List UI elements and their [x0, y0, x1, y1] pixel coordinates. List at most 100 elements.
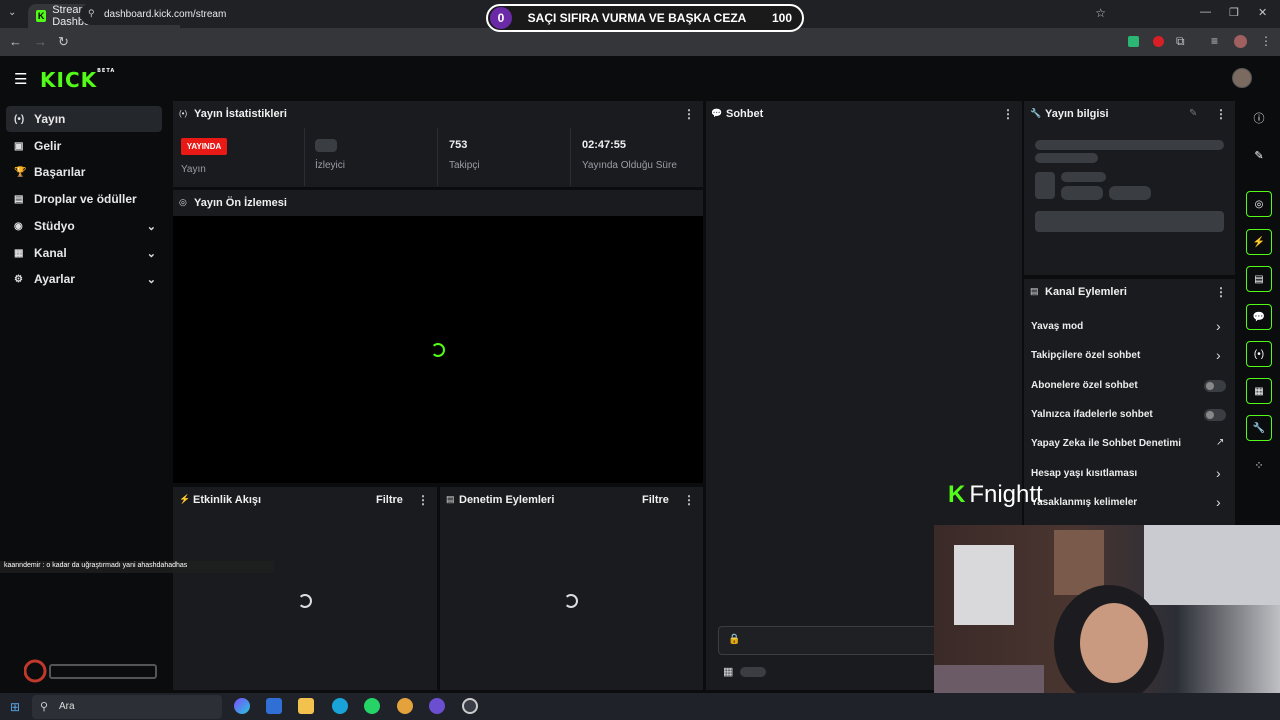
sidebar-item-kanal[interactable]: ▦ Kanal ⌄: [6, 240, 162, 266]
streamer-name-overlay: K Fnightt: [948, 481, 1043, 509]
chevron-right-icon[interactable]: ›: [1216, 347, 1221, 363]
discord-icon[interactable]: [429, 698, 445, 714]
chevron-right-icon[interactable]: ›: [1216, 465, 1221, 481]
user-avatar[interactable]: [1232, 68, 1252, 88]
filter-button[interactable]: Filtre: [642, 494, 669, 506]
uptime-value: 02:47:55: [582, 139, 627, 151]
sidebar-item-studyo[interactable]: ◉ Stüdyo ⌄: [6, 213, 162, 239]
extension-red-icon[interactable]: [1153, 36, 1164, 47]
followers-value: 753: [449, 139, 468, 151]
chevron-right-icon[interactable]: ›: [1216, 318, 1221, 334]
panel-menu-icon[interactable]: ⋮: [1215, 285, 1227, 299]
store-icon[interactable]: [266, 698, 282, 714]
minimize-icon[interactable]: —: [1200, 6, 1211, 18]
reading-list-icon[interactable]: ≡: [1211, 34, 1218, 48]
watermark-logo-graphic: [23, 659, 157, 683]
info-skeleton: [1109, 186, 1151, 200]
ai-moderation-item[interactable]: Yapay Zeka ile Sohbet Denetimi: [1031, 438, 1181, 449]
app-header: [0, 56, 1280, 98]
wrench-icon: 🔧: [1030, 108, 1042, 118]
activity-toggle-icon[interactable]: ⚡: [1246, 229, 1272, 255]
external-link-icon[interactable]: ↗: [1216, 437, 1224, 448]
sidebar-item-yayin[interactable]: (•) Yayın: [6, 106, 162, 132]
sidebar-item-label: Droplar ve ödüller: [34, 192, 137, 206]
panel-menu-icon[interactable]: ⋮: [1215, 107, 1227, 121]
sidebar-item-droplar[interactable]: ▤ Droplar ve ödüller: [6, 186, 162, 212]
stream-info-toggle-icon[interactable]: 🔧: [1246, 415, 1272, 441]
subscribers-only-item: Abonelere özel sohbet: [1031, 380, 1138, 391]
bookmark-star-icon[interactable]: ☆: [1095, 6, 1106, 20]
emotes-only-item: Yalnızca ifadelerle sohbet: [1031, 409, 1153, 420]
sidebar-item-label: Stüdyo: [34, 219, 75, 233]
panel-title: Kanal Eylemleri: [1045, 286, 1127, 298]
panel-menu-icon[interactable]: ⋮: [1002, 107, 1014, 121]
live-badge: YAYINDA: [181, 138, 227, 155]
watermark-logo: [23, 659, 160, 683]
banner-right-count: 100: [771, 11, 793, 25]
emotes-only-toggle[interactable]: [1204, 409, 1226, 421]
panel-menu-icon[interactable]: ⋮: [683, 493, 695, 507]
slow-mode-item[interactable]: Yavaş mod: [1031, 321, 1083, 332]
chevron-right-icon[interactable]: ›: [1216, 494, 1221, 510]
panel-title: Denetim Eylemleri: [459, 494, 555, 506]
trophy-icon: 🏆: [14, 166, 27, 178]
back-icon[interactable]: ←: [9, 34, 22, 49]
window-close-icon[interactable]: ✕: [1258, 6, 1267, 19]
sidebar-item-gelir[interactable]: ▣ Gelir: [6, 133, 162, 159]
taskbar-search[interactable]: ⚲ Ara: [32, 695, 222, 719]
maximize-icon[interactable]: ❐: [1229, 6, 1239, 19]
info-skeleton: [1061, 186, 1103, 200]
viewers-value-skeleton: [315, 139, 337, 152]
chat-toggle-icon[interactable]: 💬: [1246, 304, 1272, 330]
forward-icon[interactable]: →: [34, 34, 47, 49]
chat-action-skeleton: [740, 667, 766, 677]
chat-input[interactable]: [718, 626, 938, 655]
profile-avatar[interactable]: [1234, 35, 1247, 48]
tab-list-icon[interactable]: ⌄: [8, 7, 16, 18]
copilot-icon[interactable]: [234, 698, 250, 714]
hamburger-menu-icon[interactable]: ☰: [14, 70, 27, 88]
info-icon[interactable]: ⓘ: [1246, 105, 1272, 131]
filter-button[interactable]: Filtre: [376, 494, 403, 506]
more-widgets-icon[interactable]: ⁘: [1246, 452, 1272, 478]
logo-badge: BETA: [97, 68, 116, 74]
moderation-toggle-icon[interactable]: ▤: [1246, 266, 1272, 292]
broadcast-icon: (•): [14, 113, 25, 125]
edit-pencil-icon[interactable]: ✎: [1189, 108, 1197, 119]
channel-actions-toggle-icon[interactable]: ▦: [1246, 378, 1272, 404]
gift-icon[interactable]: ▦: [723, 665, 733, 678]
chrome-icon[interactable]: [397, 698, 413, 714]
whatsapp-icon[interactable]: [364, 698, 380, 714]
moderation-icon: ▤: [446, 494, 455, 504]
stat-divider: [304, 128, 305, 186]
account-age-item[interactable]: Hesap yaşı kısıtlaması: [1031, 468, 1137, 479]
extensions-puzzle-icon[interactable]: ⧉: [1176, 34, 1185, 49]
windows-start-icon[interactable]: ⊞: [10, 700, 20, 714]
file-explorer-icon[interactable]: [298, 698, 314, 714]
banned-words-item[interactable]: Yasaklanmış kelimeler: [1031, 497, 1137, 508]
sidebar-item-ayarlar[interactable]: ⚙ Ayarlar ⌄: [6, 266, 162, 292]
overlay-banner: 0 SAÇI SIFIRA VURMA VE BAŞKA CEZA 100: [486, 4, 804, 32]
stat-divider: [570, 128, 571, 186]
preview-toggle-icon[interactable]: ◎: [1246, 191, 1272, 217]
chevron-down-icon: ⌄: [146, 273, 156, 286]
revenue-icon: ▣: [14, 140, 24, 152]
reload-icon[interactable]: ↻: [58, 34, 69, 50]
browser-menu-icon[interactable]: ⋮: [1260, 34, 1272, 48]
webcam-feed: [934, 525, 1280, 693]
info-skeleton: [1035, 211, 1224, 232]
subscribers-only-toggle[interactable]: [1204, 380, 1226, 392]
obs-icon[interactable]: [462, 698, 478, 714]
extension-green-icon[interactable]: [1128, 36, 1139, 47]
stats-toggle-icon[interactable]: (•): [1246, 341, 1272, 367]
edit-pencil-icon[interactable]: ✎: [1246, 142, 1272, 168]
sidebar-item-basarilar[interactable]: 🏆 Başarılar: [6, 159, 162, 185]
panel-menu-icon[interactable]: ⋮: [683, 107, 695, 121]
edge-icon[interactable]: [332, 698, 348, 714]
panel-title: Sohbet: [726, 108, 764, 120]
kick-logo[interactable]: KICKBETA: [40, 68, 115, 92]
site-info-icon[interactable]: ⚲: [88, 8, 95, 19]
panel-menu-icon[interactable]: ⋮: [417, 493, 429, 507]
followers-only-item[interactable]: Takipçilere özel sohbet: [1031, 350, 1140, 361]
sidebar-item-label: Kanal: [34, 246, 67, 260]
